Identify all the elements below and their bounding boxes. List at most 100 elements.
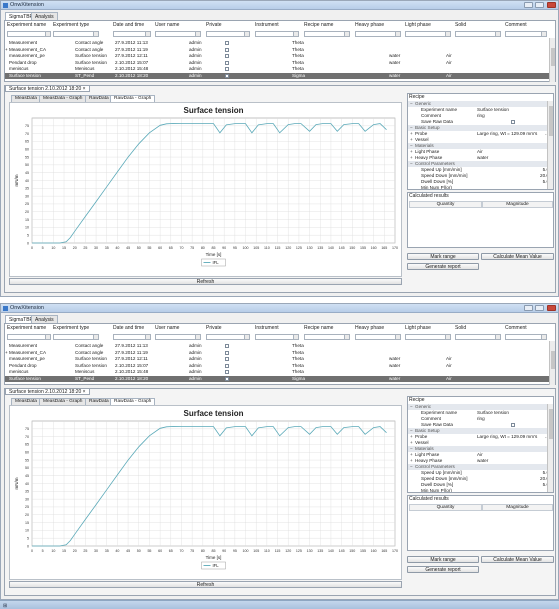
property-row[interactable]: Min Num Pl(or) — [408, 488, 551, 492]
chevron-down-icon[interactable] — [395, 32, 400, 36]
chevron-down-icon[interactable] — [293, 32, 298, 36]
column-filter[interactable] — [7, 334, 51, 340]
property-value[interactable]: Air — [477, 452, 483, 457]
collapse-icon[interactable]: − — [410, 161, 413, 166]
column-header[interactable]: Experiment type — [53, 22, 89, 28]
chevron-down-icon[interactable] — [541, 335, 546, 339]
column-header[interactable]: Private — [206, 325, 222, 331]
expand-icon[interactable]: + — [410, 434, 413, 439]
table-row[interactable]: + Measurement_CA Contact angle 27.9.2012 11… — [5, 350, 550, 356]
column-header[interactable]: Experiment name — [7, 22, 46, 28]
column-header[interactable]: User name — [155, 22, 179, 28]
table-row[interactable]: Pendant drop Surface tension 2.10.2012 15:… — [5, 363, 550, 369]
subtab-rawdata-graph[interactable]: RawData - Graph — [110, 398, 156, 405]
close-button[interactable] — [547, 305, 556, 311]
chevron-down-icon[interactable] — [541, 32, 546, 36]
column-filter[interactable] — [255, 31, 299, 37]
column-header[interactable]: Light phase — [405, 22, 431, 28]
column-filter[interactable] — [304, 334, 350, 340]
subtab-measdata-graph[interactable]: MeasData - Graph — [39, 398, 87, 405]
subtab-measdata-graph[interactable]: MeasData - Graph — [39, 95, 87, 102]
column-filter[interactable] — [206, 31, 250, 37]
scroll-thumb[interactable] — [551, 48, 555, 66]
close-icon[interactable]: × — [83, 86, 86, 92]
private-checkbox[interactable] — [225, 60, 229, 65]
chevron-down-icon[interactable] — [93, 32, 98, 36]
chevron-down-icon[interactable] — [195, 335, 200, 339]
column-filter[interactable] — [405, 334, 451, 340]
chevron-down-icon[interactable] — [344, 335, 349, 339]
column-header[interactable]: Heavy phase — [355, 325, 384, 331]
recipe-scrollbar[interactable] — [547, 404, 553, 492]
scroll-thumb[interactable] — [549, 409, 553, 439]
column-header[interactable]: Solid — [455, 325, 466, 331]
property-value[interactable]: water — [477, 155, 488, 160]
column-header[interactable]: Solid — [455, 22, 466, 28]
column-header[interactable]: Recipe name — [304, 22, 333, 28]
column-filter[interactable] — [155, 334, 201, 340]
column-filter[interactable] — [355, 31, 401, 37]
property-row[interactable]: Min Num Pl(or) — [408, 185, 551, 189]
table-row[interactable]: meniscus Meniscus 2.10.2012 15:48 admin Thet… — [5, 66, 550, 72]
expand-icon[interactable]: + — [410, 131, 413, 136]
chevron-down-icon[interactable] — [195, 32, 200, 36]
chevron-down-icon[interactable] — [344, 32, 349, 36]
recipe-scrollbar[interactable] — [547, 101, 553, 189]
collapse-icon[interactable]: − — [410, 464, 413, 469]
document-tab[interactable]: Surface tension 2.10.2012 18:20 × — [5, 388, 90, 395]
property-value[interactable]: water — [477, 458, 488, 463]
column-filter[interactable] — [304, 31, 350, 37]
chevron-down-icon[interactable] — [445, 335, 450, 339]
column-header[interactable]: Instrument — [255, 22, 279, 28]
generate-report-button[interactable]: Generate report — [407, 263, 479, 270]
column-header[interactable]: Recipe name — [304, 325, 333, 331]
table-row[interactable]: Surface tension ST_Pend 2.10.2012 18:20 adm… — [5, 73, 550, 79]
expand-icon[interactable]: + — [410, 440, 413, 445]
column-header[interactable]: Instrument — [255, 325, 279, 331]
quantity-column-header[interactable]: Quantity — [409, 504, 482, 511]
mark-range-button[interactable]: Mark range — [407, 253, 479, 260]
expand-icon[interactable]: + — [410, 155, 413, 160]
private-checkbox[interactable] — [225, 67, 229, 72]
magnitude-column-header[interactable]: Magnitude — [482, 504, 553, 511]
save-raw-data-checkbox[interactable] — [511, 120, 515, 124]
save-raw-data-checkbox[interactable] — [511, 423, 515, 427]
column-header[interactable]: Comment — [505, 22, 527, 28]
table-row[interactable]: Measurement Contact angle 27.9.2012 11:13 a… — [5, 40, 550, 46]
expand-icon[interactable]: + — [410, 149, 413, 154]
column-filter[interactable] — [455, 31, 501, 37]
mark-range-button[interactable]: Mark range — [407, 556, 479, 563]
column-header[interactable]: Heavy phase — [355, 22, 384, 28]
maximize-button[interactable] — [535, 2, 544, 8]
property-value[interactable]: Large ring, Wt = 129.09 mm's — [477, 434, 537, 439]
property-value[interactable]: Large ring, Wt = 129.09 mm's — [477, 131, 537, 136]
document-tab[interactable]: Surface tension 2.10.2012 18:20 × — [5, 85, 90, 92]
table-row[interactable]: Pendant drop Surface tension 2.10.2012 15:… — [5, 60, 550, 66]
column-filter[interactable] — [7, 31, 51, 37]
chevron-down-icon[interactable] — [45, 32, 50, 36]
column-filter[interactable] — [113, 31, 151, 37]
expand-icon[interactable]: + — [410, 137, 413, 142]
column-filter[interactable] — [405, 31, 451, 37]
row-expander[interactable]: + — [5, 350, 8, 355]
taskbar-start-icon[interactable]: ⊞ — [3, 603, 7, 609]
minimize-button[interactable] — [524, 305, 533, 311]
property-value[interactable]: Surface tension — [477, 410, 509, 415]
close-icon[interactable]: × — [83, 389, 86, 395]
column-filter[interactable] — [155, 31, 201, 37]
subtab-rawdata[interactable]: RawData — [85, 398, 113, 405]
column-header[interactable]: Light phase — [405, 325, 431, 331]
column-filter[interactable] — [505, 31, 547, 37]
column-filter[interactable] — [53, 334, 99, 340]
tab-analysis[interactable]: Analysis — [31, 12, 58, 20]
property-value[interactable]: ring — [477, 416, 485, 421]
column-filter[interactable] — [505, 334, 547, 340]
chevron-down-icon[interactable] — [445, 32, 450, 36]
column-filter[interactable] — [53, 31, 99, 37]
private-checkbox[interactable] — [225, 54, 229, 59]
chevron-down-icon[interactable] — [145, 32, 150, 36]
property-value[interactable]: Air — [477, 149, 483, 154]
scroll-thumb[interactable] — [549, 106, 553, 136]
private-checkbox[interactable] — [225, 357, 229, 362]
private-checkbox[interactable] — [225, 47, 229, 52]
